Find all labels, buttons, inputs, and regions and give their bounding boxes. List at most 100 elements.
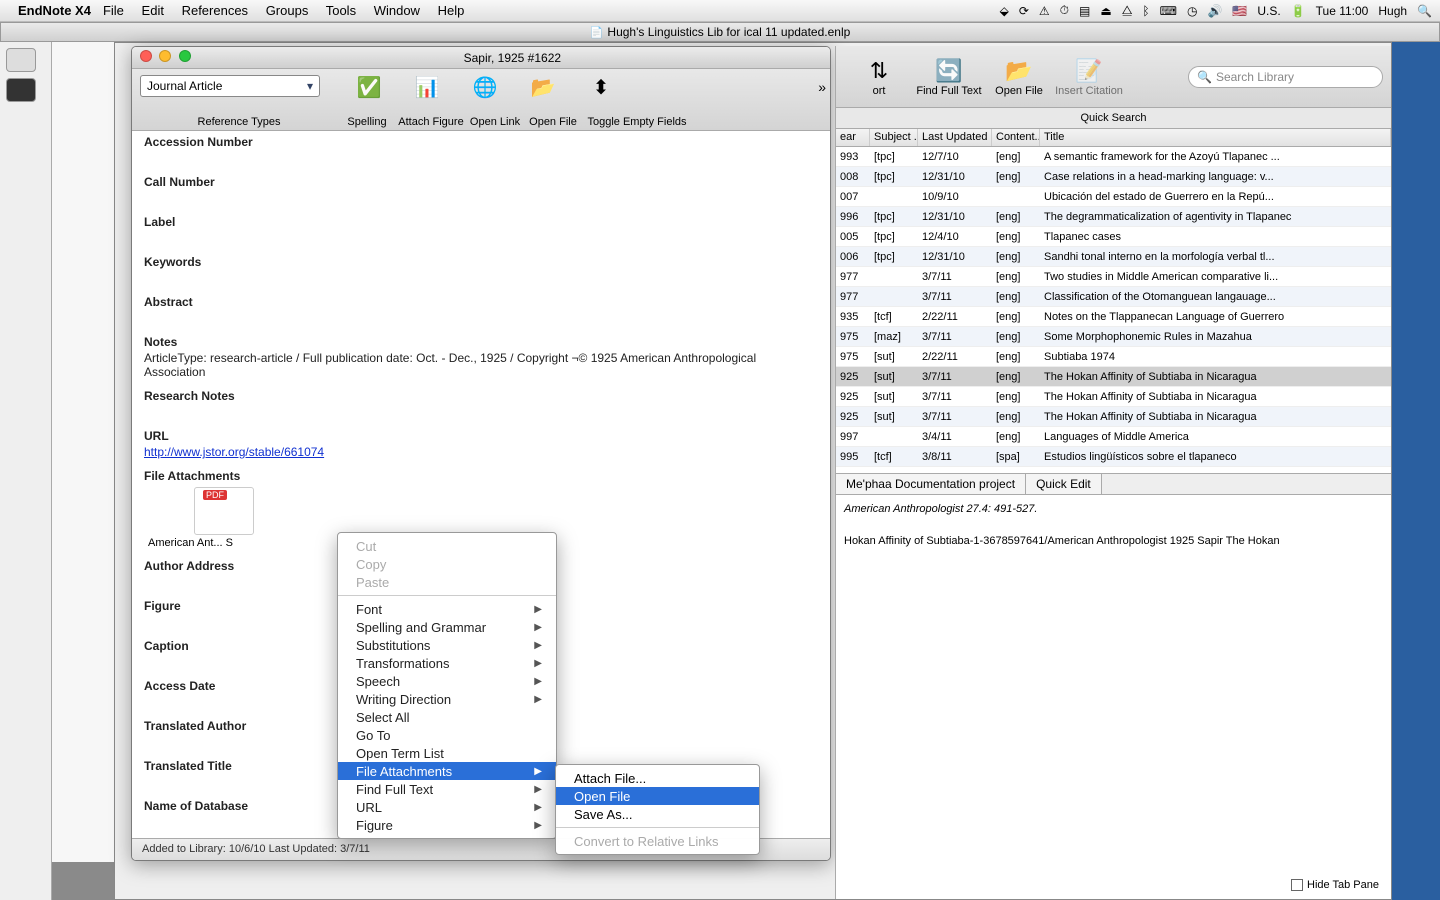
user-menu[interactable]: Hugh xyxy=(1378,4,1407,18)
col-content[interactable]: Content... xyxy=(992,129,1040,146)
reference-type-select[interactable]: Journal Article xyxy=(140,75,320,97)
label-value[interactable] xyxy=(144,231,818,245)
table-row[interactable]: 975[sut]2/22/11[eng]Subtiaba 1974 xyxy=(836,347,1391,367)
open-link-button[interactable]: 🌐 xyxy=(456,73,514,101)
ctx-writing-direction[interactable]: Writing Direction xyxy=(338,690,556,708)
col-updated[interactable]: Last Updated xyxy=(918,129,992,146)
close-icon[interactable] xyxy=(140,50,152,62)
accession-value[interactable] xyxy=(144,151,818,165)
context-menu[interactable]: Cut Copy Paste Font Spelling and Grammar… xyxy=(337,532,557,839)
menu-file[interactable]: File xyxy=(103,3,124,18)
ctx-font[interactable]: Font xyxy=(338,600,556,618)
tab-project[interactable]: Me'phaa Documentation project xyxy=(836,474,1026,494)
sub-save-as[interactable]: Save As... xyxy=(556,805,759,823)
app-name[interactable]: EndNote X4 xyxy=(18,3,91,18)
ctx-go-to[interactable]: Go To xyxy=(338,726,556,744)
display-icon[interactable]: ▤ xyxy=(1079,4,1090,18)
table-row[interactable]: 9773/7/11[eng]Classification of the Otom… xyxy=(836,287,1391,307)
wifi-icon[interactable]: ⧋ xyxy=(1122,3,1133,18)
table-row[interactable]: 935[tcf]2/22/11[eng]Notes on the Tlappan… xyxy=(836,307,1391,327)
menu-edit[interactable]: Edit xyxy=(142,3,164,18)
file-attachments-submenu[interactable]: Attach File... Open File Save As... Conv… xyxy=(555,764,760,855)
timemachine-icon[interactable]: ◷ xyxy=(1187,4,1197,18)
eject-icon[interactable]: ⏏ xyxy=(1100,4,1111,18)
menubar-items: File Edit References Groups Tools Window… xyxy=(103,3,478,18)
menubar[interactable]: EndNote X4 File Edit References Groups T… xyxy=(0,0,1440,22)
menu-tools[interactable]: Tools xyxy=(326,3,356,18)
toolbar-more-icon[interactable]: » xyxy=(818,79,826,95)
ctx-open-term-list[interactable]: Open Term List xyxy=(338,744,556,762)
page-icon[interactable] xyxy=(6,78,36,102)
col-year[interactable]: ear xyxy=(836,129,870,146)
record-titlebar[interactable]: Sapir, 1925 #1622 xyxy=(132,47,830,69)
print-icon[interactable] xyxy=(6,48,36,72)
ctx-figure[interactable]: Figure xyxy=(338,816,556,834)
table-row[interactable]: 005[tpc]12/4/10[eng]Tlapanec cases xyxy=(836,227,1391,247)
ctx-file-attachments[interactable]: File Attachments xyxy=(338,762,556,780)
bluetooth-icon[interactable]: ᛒ xyxy=(1142,4,1149,18)
zoom-icon[interactable] xyxy=(179,50,191,62)
library-header[interactable]: ear Subject ... Last Updated Content... … xyxy=(836,129,1391,147)
table-row[interactable]: 9973/4/11[eng]Languages of Middle Americ… xyxy=(836,427,1391,447)
library-rows[interactable]: 993[tpc]12/7/10[eng]A semantic framework… xyxy=(836,147,1391,467)
ctx-select-all[interactable]: Select All xyxy=(338,708,556,726)
find-full-text-button[interactable]: 🔄Find Full Text xyxy=(914,57,984,97)
table-row[interactable]: 9773/7/11[eng]Two studies in Middle Amer… xyxy=(836,267,1391,287)
table-row[interactable]: 006[tpc]12/31/10[eng]Sandhi tonal intern… xyxy=(836,247,1391,267)
dropbox-icon[interactable]: ⬙ xyxy=(1000,4,1009,18)
insert-citation-button[interactable]: 📝Insert Citation xyxy=(1054,57,1124,97)
table-row[interactable]: 925[sut]3/7/11[eng]The Hokan Affinity of… xyxy=(836,387,1391,407)
flag-icon[interactable]: 🇺🇸 xyxy=(1232,4,1247,18)
research-notes-value[interactable] xyxy=(144,405,818,419)
pdf-attachment-icon[interactable] xyxy=(194,487,254,535)
table-row[interactable]: 925[sut]3/7/11[eng]The Hokan Affinity of… xyxy=(836,407,1391,427)
ctx-find-full-text[interactable]: Find Full Text xyxy=(338,780,556,798)
minimize-icon[interactable] xyxy=(159,50,171,62)
ctx-speech[interactable]: Speech xyxy=(338,672,556,690)
menu-groups[interactable]: Groups xyxy=(266,3,309,18)
abstract-value[interactable] xyxy=(144,311,818,325)
battery-icon[interactable]: 🔋 xyxy=(1291,4,1306,18)
table-row[interactable]: 996[tpc]12/31/10[eng]The degrammaticaliz… xyxy=(836,207,1391,227)
ctx-transformations[interactable]: Transformations xyxy=(338,654,556,672)
menu-window[interactable]: Window xyxy=(374,3,420,18)
input-locale[interactable]: U.S. xyxy=(1257,4,1280,18)
notes-value[interactable]: ArticleType: research-article / Full pub… xyxy=(144,351,818,379)
keywords-value[interactable] xyxy=(144,271,818,285)
sub-attach-file[interactable]: Attach File... xyxy=(556,769,759,787)
lib-open-file-button[interactable]: 📂Open File xyxy=(984,57,1054,97)
col-subject[interactable]: Subject ... xyxy=(870,129,918,146)
ctx-substitutions[interactable]: Substitutions xyxy=(338,636,556,654)
hide-tab-checkbox[interactable] xyxy=(1291,879,1303,891)
ctx-spelling[interactable]: Spelling and Grammar xyxy=(338,618,556,636)
tab-quick-edit[interactable]: Quick Edit xyxy=(1026,474,1102,494)
spelling-button[interactable]: ✅ xyxy=(340,73,398,101)
col-title[interactable]: Title xyxy=(1040,129,1391,146)
table-row[interactable]: 975[maz]3/7/11[eng]Some Morphophonemic R… xyxy=(836,327,1391,347)
ctx-url[interactable]: URL xyxy=(338,798,556,816)
volume-icon[interactable]: 🔊 xyxy=(1207,4,1222,18)
url-value[interactable]: http://www.jstor.org/stable/661074 xyxy=(144,445,818,459)
sub-open-file[interactable]: Open File xyxy=(556,787,759,805)
table-row[interactable]: 008[tpc]12/31/10[eng]Case relations in a… xyxy=(836,167,1391,187)
clock[interactable]: Tue 11:00 xyxy=(1316,4,1369,18)
hide-tab-pane[interactable]: Hide Tab Pane xyxy=(1291,879,1379,891)
callno-value[interactable] xyxy=(144,191,818,205)
quick-search-label[interactable]: Quick Search xyxy=(836,108,1391,129)
open-file-button[interactable]: 📂 xyxy=(514,73,572,101)
search-input[interactable]: 🔍 Search Library xyxy=(1188,66,1383,88)
alert-icon[interactable]: ⚠ xyxy=(1039,4,1050,18)
spotlight-icon[interactable]: 🔍 xyxy=(1417,4,1432,18)
menu-help[interactable]: Help xyxy=(438,3,465,18)
toggle-empty-button[interactable]: ⬍ xyxy=(572,73,630,101)
clock-icon[interactable]: ⏱ xyxy=(1060,3,1069,18)
table-row[interactable]: 995[tcf]3/8/11[spa]Estudios lingüísticos… xyxy=(836,447,1391,467)
table-row[interactable]: 00710/9/10Ubicación del estado de Guerre… xyxy=(836,187,1391,207)
menu-references[interactable]: References xyxy=(182,3,248,18)
sync-icon[interactable]: ⟳ xyxy=(1019,4,1029,18)
sort-button[interactable]: ⇅ort xyxy=(844,57,914,97)
table-row[interactable]: 993[tpc]12/7/10[eng]A semantic framework… xyxy=(836,147,1391,167)
table-row[interactable]: 925[sut]3/7/11[eng]The Hokan Affinity of… xyxy=(836,367,1391,387)
keyboard-icon[interactable]: ⌨ xyxy=(1160,4,1177,18)
attach-figure-button[interactable]: 📊 xyxy=(398,73,456,101)
